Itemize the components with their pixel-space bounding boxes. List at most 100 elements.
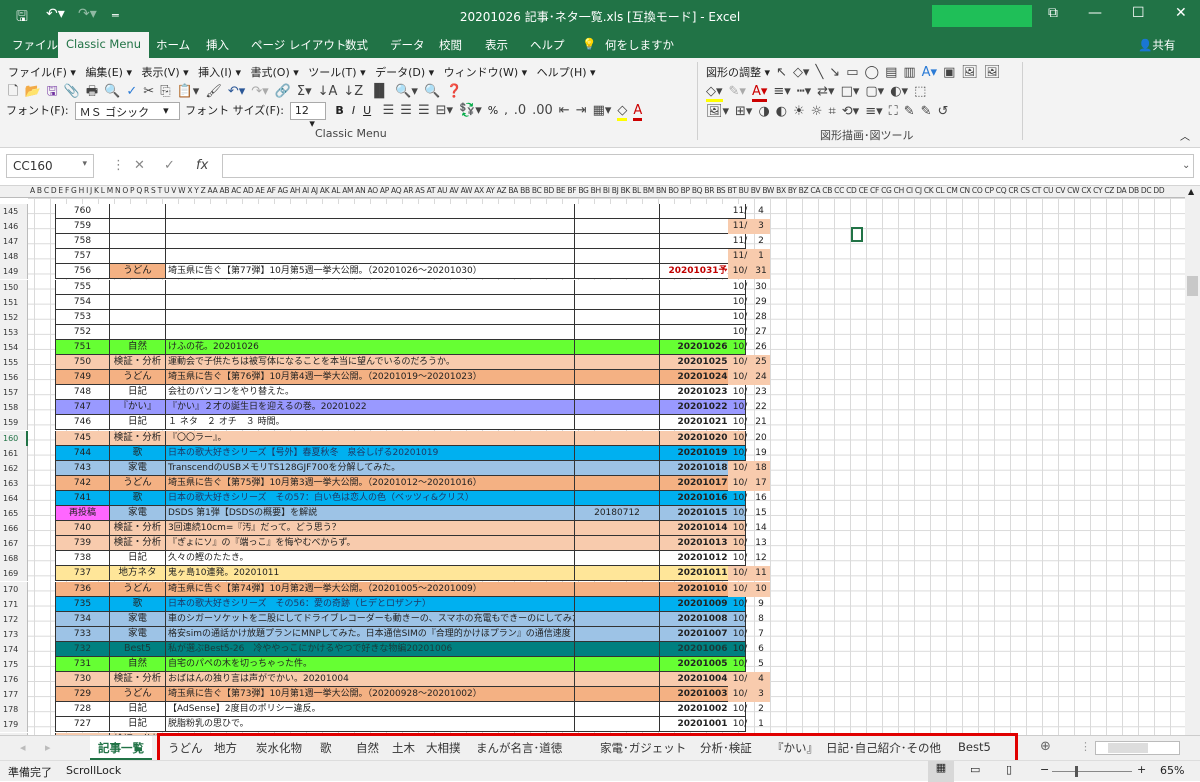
- month-cell[interactable]: 10/: [728, 460, 752, 476]
- row-header[interactable]: 173: [0, 626, 28, 642]
- row-header[interactable]: 156: [0, 370, 28, 386]
- month-cell[interactable]: 10/: [728, 295, 752, 310]
- day-cell[interactable]: 10: [752, 581, 770, 597]
- month-cell[interactable]: 10/: [728, 702, 752, 717]
- month-cell[interactable]: 10/: [728, 280, 752, 295]
- crop-icon[interactable]: ⌗: [828, 104, 835, 119]
- row-header[interactable]: 160: [0, 430, 28, 446]
- day-cell[interactable]: 3: [752, 687, 770, 703]
- category-cell[interactable]: 日記: [110, 415, 166, 431]
- category-cell[interactable]: 検証・分析: [110, 521, 166, 537]
- number-cell[interactable]: 760: [55, 204, 110, 220]
- repost-date-cell[interactable]: [575, 204, 660, 220]
- month-cell[interactable]: 11/: [728, 234, 752, 249]
- rotate-icon[interactable]: ⟲▾: [842, 104, 859, 119]
- repost-date-cell[interactable]: [575, 385, 660, 401]
- day-cell[interactable]: 2: [752, 234, 770, 249]
- expand-formula-icon[interactable]: ⌄: [1182, 160, 1190, 171]
- crop-layout-icon[interactable]: ⊞▾: [735, 104, 752, 119]
- prev-sheet-icon[interactable]: ◂: [20, 741, 26, 754]
- repost-date-cell[interactable]: [575, 581, 660, 597]
- day-cell[interactable]: 4: [752, 672, 770, 688]
- number-cell[interactable]: 735: [55, 596, 110, 612]
- insert-picture-icon[interactable]: 🖼: [961, 65, 978, 80]
- day-cell[interactable]: 29: [752, 295, 770, 310]
- row-header[interactable]: 169: [0, 566, 28, 582]
- drawing-adjust-menu[interactable]: 図形の調整 ▾: [706, 66, 770, 79]
- month-cell[interactable]: 10/: [728, 627, 752, 642]
- row-header[interactable]: 145: [0, 204, 28, 220]
- repost-date-cell[interactable]: [575, 279, 660, 295]
- shape-outline-icon[interactable]: ✎▾: [729, 84, 746, 99]
- column-headers[interactable]: A B C D E F G H I J K L M N O P Q R S T …: [0, 186, 1185, 198]
- number-cell[interactable]: 744: [55, 445, 110, 461]
- title-cell[interactable]: [166, 279, 575, 295]
- title-cell[interactable]: 脱脂粉乳の思ひで。: [166, 717, 575, 733]
- day-cell[interactable]: 9: [752, 597, 770, 612]
- repost-date-cell[interactable]: [575, 415, 660, 431]
- tab-split-handle[interactable]: ⋮: [1080, 740, 1091, 753]
- title-cell[interactable]: １ ネタ ２ オチ ３ 時間。: [166, 415, 575, 431]
- category-cell[interactable]: 家電: [110, 460, 166, 476]
- clip-art-icon[interactable]: 🖼: [984, 65, 1001, 80]
- selected-cell-cc160[interactable]: [851, 227, 863, 242]
- bold-button[interactable]: B: [335, 104, 343, 117]
- repost-date-cell[interactable]: [575, 687, 660, 703]
- shadow-icon[interactable]: □▾: [841, 84, 860, 99]
- row-header[interactable]: 163: [0, 475, 28, 491]
- contrast-up-icon[interactable]: ◑: [758, 104, 769, 119]
- title-cell[interactable]: 日本の歌大好きシリーズ その56：愛の奇跡（ヒデとロザンナ）: [166, 596, 575, 612]
- format-painter-icon[interactable]: 🖌: [205, 84, 222, 99]
- share-button[interactable]: 👤共有: [1138, 37, 1175, 53]
- row-header[interactable]: 165: [0, 506, 28, 522]
- number-cell[interactable]: 739: [55, 536, 110, 552]
- repost-date-cell[interactable]: [575, 657, 660, 673]
- title-cell[interactable]: [166, 234, 575, 250]
- category-cell[interactable]: 家電: [110, 626, 166, 642]
- title-cell[interactable]: 埼玉県に告ぐ【第73弾】10月第1週一挙大公開。（20200928～202010…: [166, 687, 575, 703]
- day-cell[interactable]: 28: [752, 310, 770, 325]
- day-cell[interactable]: 14: [752, 521, 770, 536]
- ribbon-display-options-icon[interactable]: ⧉: [1048, 5, 1058, 21]
- tab-help[interactable]: ヘルプ: [530, 37, 565, 53]
- number-cell[interactable]: 731: [55, 657, 110, 673]
- close-button[interactable]: ✕: [1175, 5, 1187, 21]
- category-cell[interactable]: [110, 309, 166, 325]
- cancel-icon[interactable]: ✕: [134, 158, 145, 173]
- number-cell[interactable]: 743: [55, 460, 110, 476]
- title-cell[interactable]: 埼玉県に告ぐ【第76弾】10月第4週一挙大公開。（20201019～202010…: [166, 370, 575, 386]
- save-icon[interactable]: 🖫: [47, 82, 58, 104]
- page-layout-view-icon[interactable]: ▭: [970, 763, 980, 776]
- next-sheet-icon[interactable]: ▸: [45, 741, 51, 754]
- category-cell[interactable]: うどん: [110, 370, 166, 386]
- number-cell[interactable]: 734: [55, 611, 110, 627]
- comma-button[interactable]: ,: [504, 104, 508, 117]
- scroll-up-icon[interactable]: ▲: [1188, 187, 1194, 196]
- row-header[interactable]: 148: [0, 249, 28, 265]
- normal-view-icon[interactable]: ▦: [928, 761, 954, 782]
- number-cell[interactable]: 732: [55, 641, 110, 657]
- number-cell[interactable]: 757: [55, 249, 110, 265]
- horizontal-scrollbar[interactable]: [1095, 741, 1180, 755]
- spellcheck-icon[interactable]: ✓: [126, 84, 137, 99]
- repost-date-cell[interactable]: [575, 339, 660, 355]
- month-cell[interactable]: 10/: [728, 521, 752, 536]
- menu-data[interactable]: データ(D) ▾: [375, 66, 434, 79]
- category-cell[interactable]: 自然: [110, 339, 166, 355]
- oval-icon[interactable]: ◯: [865, 65, 880, 80]
- repost-date-cell[interactable]: [575, 264, 660, 280]
- tab-classic-menu[interactable]: Classic Menu: [58, 32, 150, 58]
- title-cell[interactable]: 鬼ヶ島10連発。20201011: [166, 566, 575, 582]
- copy-icon[interactable]: ⎘: [160, 84, 170, 99]
- autosum-icon[interactable]: Σ▾: [297, 84, 312, 99]
- row-header[interactable]: 164: [0, 490, 28, 506]
- title-cell[interactable]: 格安simの通話かけ放題プランにMNPしてみた。日本通信SIMの『合理的かけほプ…: [166, 626, 575, 642]
- row-header[interactable]: 162: [0, 460, 28, 476]
- repost-date-cell[interactable]: [575, 294, 660, 310]
- zoom-slider-thumb[interactable]: [1075, 766, 1078, 777]
- day-cell[interactable]: 2: [752, 702, 770, 717]
- row-header[interactable]: 175: [0, 657, 28, 673]
- day-cell[interactable]: 7: [752, 627, 770, 642]
- category-cell[interactable]: Best5: [110, 641, 166, 657]
- number-cell[interactable]: 727: [55, 717, 110, 733]
